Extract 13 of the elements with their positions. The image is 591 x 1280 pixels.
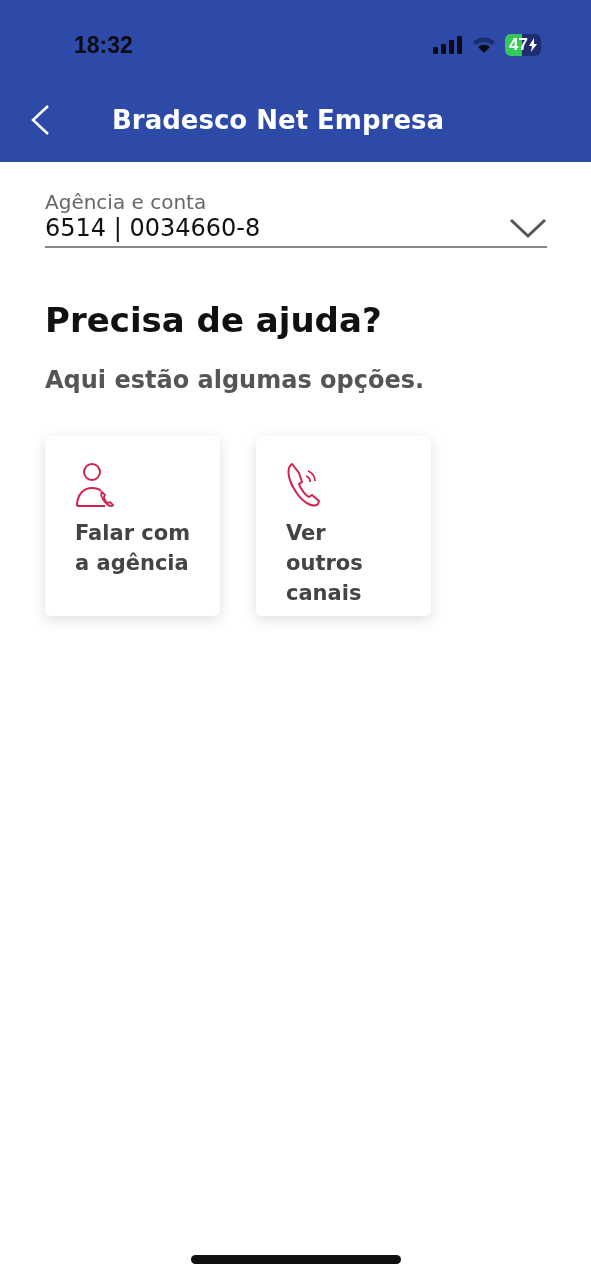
option-card[interactable]: Ver outros canais xyxy=(256,436,431,616)
header-title: Bradesco Net Empresa xyxy=(112,105,445,135)
help-heading: Precisa de ajuda? xyxy=(45,300,383,340)
option-card[interactable]: Falar com a agência xyxy=(45,436,220,616)
person-phone-icon xyxy=(75,462,115,508)
status-time: 18:32 xyxy=(74,31,133,59)
account-select[interactable]: Agência e conta 6514 | 0034660-8 xyxy=(45,190,547,248)
phone-ringing-icon xyxy=(286,462,322,508)
signal-icon xyxy=(433,36,464,54)
wifi-icon xyxy=(472,36,497,54)
help-subheading: Aqui estão algumas opções. xyxy=(45,366,426,394)
chevron-down-icon xyxy=(509,217,547,239)
back-icon[interactable] xyxy=(30,104,50,136)
